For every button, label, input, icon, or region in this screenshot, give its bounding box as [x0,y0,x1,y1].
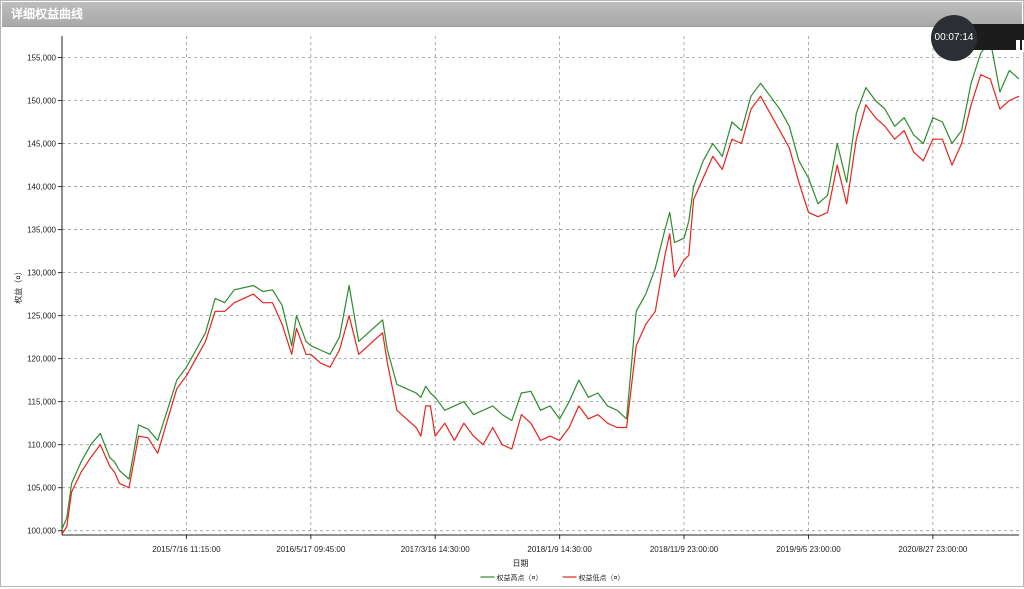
x-tick-label: 2017/3/16 14:30:00 [401,545,471,554]
y-axis-label: 权益（¤） [13,267,23,303]
y-tick-label: 130,000 [27,269,56,278]
y-tick-label: 115,000 [28,398,57,407]
pause-icon[interactable] [1015,40,1024,52]
x-tick-label: 2019/9/5 23:00:00 [776,545,841,554]
equity-chart-svg: 100,000 105,000 110,000 115,000 120,000 125,0… [13,36,1020,582]
x-tick-label: 2018/11/9 23:00:00 [650,545,719,554]
series-line-equity-low [61,74,1020,535]
x-tick-label: 2020/8/27 23:00:00 [898,545,968,554]
recorder-timer: 00:07:14 [931,15,977,61]
x-tick-label: 2018/1/9 14:30:00 [527,545,592,554]
legend-label: 权益高点（¤） [497,573,543,582]
y-tick-label: 125,000 [27,312,56,321]
y-tick-label: 105,000 [27,484,56,493]
x-tick-label: 2016/5/17 09:45:00 [276,545,346,554]
y-tick-label: 135,000 [27,226,56,235]
y-tick-label: 120,000 [27,355,56,364]
y-tick-label: 100,000 [27,527,56,536]
x-axis-label: 日期 [513,559,529,568]
equity-curve-window: 详细权益曲线 100,000 105,000 110,000 115,000 120,0… [0,0,1024,587]
y-tick-label: 150,000 [27,97,56,106]
legend-label: 权益低点（¤） [579,573,625,582]
y-tick-label: 110,000 [28,441,57,450]
window-title: 详细权益曲线 [2,2,1022,27]
x-tick-label: 2015/7/16 11:15:00 [152,545,221,554]
y-tick-label: 140,000 [27,183,56,192]
equity-chart: 100,000 105,000 110,000 115,000 120,000 125,0… [7,28,1020,584]
screen-recorder-overlay: 00:07:14 [931,15,1024,61]
y-tick-label: 145,000 [27,140,56,149]
series-line-equity-high [61,39,1020,530]
y-tick-label: 155,000 [27,54,56,63]
